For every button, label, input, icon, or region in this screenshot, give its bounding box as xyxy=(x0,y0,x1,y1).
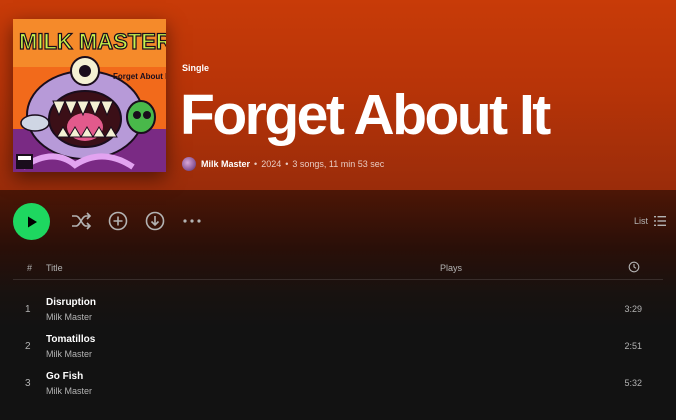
add-circle-icon xyxy=(108,211,128,231)
album-year: 2024 xyxy=(261,159,282,169)
track-number: 3 xyxy=(25,378,31,389)
artist-avatar[interactable] xyxy=(182,157,196,171)
column-plays: Plays xyxy=(440,263,463,273)
list-view-icon xyxy=(654,216,666,226)
album-cover[interactable]: MILK MASTER Forget About It xyxy=(13,19,166,172)
play-icon xyxy=(27,216,37,227)
shuffle-button[interactable] xyxy=(70,210,92,232)
meta-separator: • xyxy=(285,159,289,169)
add-to-library-button[interactable] xyxy=(107,210,129,232)
track-title[interactable]: Go Fish xyxy=(46,371,83,382)
clock-icon xyxy=(628,261,640,273)
track-artist[interactable]: Milk Master xyxy=(46,386,92,396)
track-title[interactable]: Tomatillos xyxy=(46,334,95,345)
svg-text:Forget About It: Forget About It xyxy=(113,72,166,81)
album-cover-art: MILK MASTER Forget About It xyxy=(13,19,166,172)
album-title: Forget About It xyxy=(180,83,551,147)
album-summary: 3 songs, 11 min 53 sec xyxy=(292,159,385,169)
action-bar: List xyxy=(0,200,676,244)
tracklist-header: # Title Plays xyxy=(13,258,663,280)
column-number: # xyxy=(27,263,33,273)
track-duration: 3:29 xyxy=(624,304,642,314)
column-title: Title xyxy=(46,263,63,273)
download-button[interactable] xyxy=(144,210,166,232)
track-number: 1 xyxy=(25,304,31,315)
svg-text:MILK MASTER: MILK MASTER xyxy=(19,29,166,54)
track-artist[interactable]: Milk Master xyxy=(46,349,92,359)
track-row[interactable]: 1 Disruption Milk Master 3:29 xyxy=(13,294,663,328)
track-artist[interactable]: Milk Master xyxy=(46,312,92,322)
play-button[interactable] xyxy=(13,203,50,240)
artist-link[interactable]: Milk Master xyxy=(201,159,250,169)
more-options-icon xyxy=(183,219,201,223)
download-icon xyxy=(145,211,165,231)
track-duration: 5:32 xyxy=(624,378,642,388)
column-duration xyxy=(628,261,640,275)
meta-separator: • xyxy=(254,159,258,169)
album-type-label: Single xyxy=(182,63,210,73)
shuffle-icon xyxy=(72,212,92,230)
view-toggle-button[interactable]: List xyxy=(634,215,666,227)
track-title[interactable]: Disruption xyxy=(46,297,96,308)
track-number: 2 xyxy=(25,341,31,352)
album-meta: Milk Master • 2024 • 3 songs, 11 min 53 … xyxy=(182,156,384,172)
track-duration: 2:51 xyxy=(624,341,642,351)
track-row[interactable]: 2 Tomatillos Milk Master 2:51 xyxy=(13,331,663,365)
track-row[interactable]: 3 Go Fish Milk Master 5:32 xyxy=(13,368,663,402)
more-options-button[interactable] xyxy=(181,210,203,232)
view-toggle-label: List xyxy=(633,216,648,226)
